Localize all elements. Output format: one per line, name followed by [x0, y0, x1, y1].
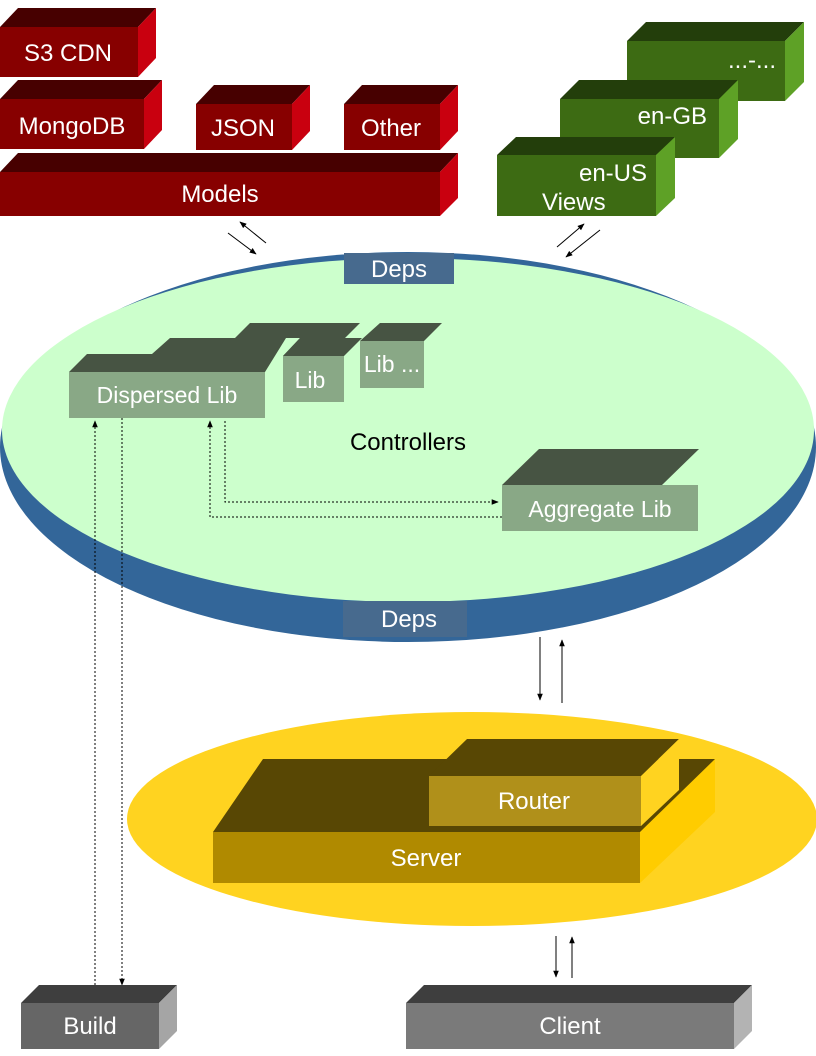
- models-deps-arrows: [227, 221, 267, 255]
- aggregate-lib-label: Aggregate Lib: [528, 496, 671, 522]
- router-box[interactable]: Router: [429, 739, 679, 826]
- build-box[interactable]: Build: [21, 985, 177, 1049]
- mongodb-label: MongoDB: [19, 113, 126, 140]
- views-deps-arrows: [556, 223, 601, 258]
- server-client-arrows: [553, 936, 575, 978]
- views-group: ...-... en-GB en-US Views: [497, 22, 804, 216]
- client-label: Client: [539, 1013, 601, 1040]
- s3-cdn-label: S3 CDN: [24, 40, 112, 67]
- json-box[interactable]: JSON: [196, 85, 310, 150]
- models-group: S3 CDN MongoDB JSON Other Models: [0, 8, 458, 216]
- dispersed-lib-label: Dispersed Lib: [97, 382, 238, 408]
- s3-cdn-box[interactable]: S3 CDN: [0, 8, 156, 77]
- en-gb-label: en-GB: [638, 103, 707, 130]
- other-label: Other: [361, 115, 421, 142]
- models-box[interactable]: Models: [0, 153, 458, 216]
- views-caption: Views: [542, 189, 606, 216]
- en-us-box[interactable]: en-US Views: [497, 137, 675, 216]
- deps-bottom-label: Deps: [381, 606, 437, 633]
- lib-label: Lib: [295, 367, 326, 393]
- en-us-label: en-US: [579, 160, 647, 187]
- server-container: Server Router: [127, 712, 816, 926]
- architecture-diagram: S3 CDN MongoDB JSON Other Models ...-...…: [0, 8, 816, 1049]
- server-label: Server: [391, 845, 462, 872]
- other-box[interactable]: Other: [344, 85, 458, 150]
- build-label: Build: [63, 1013, 116, 1040]
- controllers-label: Controllers: [350, 429, 466, 456]
- deps-top-badge[interactable]: Deps: [344, 253, 454, 284]
- router-label: Router: [498, 788, 570, 815]
- more-locales-label: ...-...: [728, 47, 776, 74]
- models-label: Models: [181, 181, 258, 208]
- mongodb-box[interactable]: MongoDB: [0, 80, 162, 149]
- deps-bottom-badge[interactable]: Deps: [343, 601, 467, 637]
- json-label: JSON: [211, 115, 275, 142]
- deps-server-arrows: [537, 637, 565, 703]
- lib-more-label: Lib ...: [364, 351, 420, 377]
- deps-top-label: Deps: [371, 256, 427, 283]
- aggregate-lib-box[interactable]: Aggregate Lib: [502, 449, 699, 531]
- client-box[interactable]: Client: [406, 985, 752, 1049]
